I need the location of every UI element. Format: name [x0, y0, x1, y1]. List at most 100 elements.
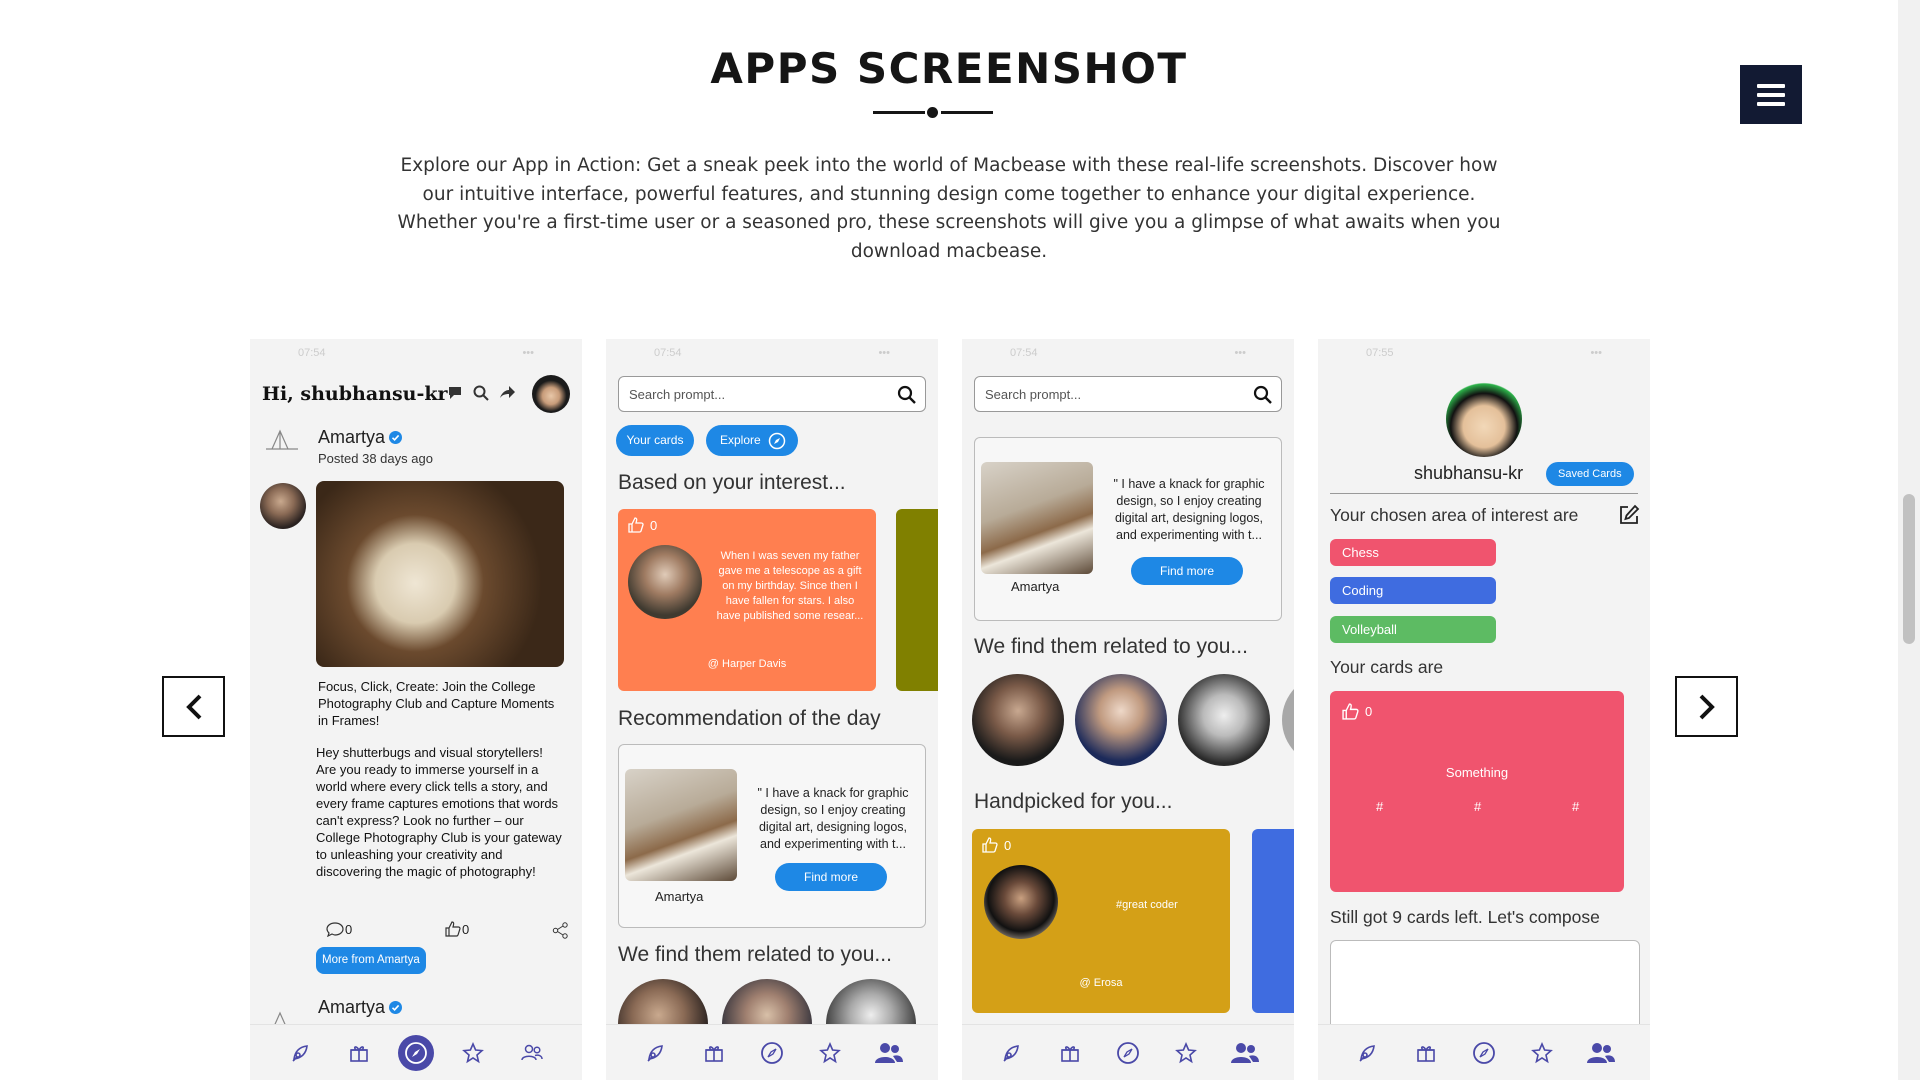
- nav-star[interactable]: [453, 1033, 493, 1073]
- card-author: @ Erosa: [1079, 977, 1123, 989]
- explore-chip[interactable]: Explore: [706, 425, 798, 456]
- card-like[interactable]: 0: [628, 517, 657, 533]
- comment-count[interactable]: 0: [326, 921, 352, 937]
- star-icon: [1175, 1041, 1198, 1063]
- gift-icon: [1060, 1045, 1079, 1062]
- greeting: Hi, shubhansu-kr: [262, 383, 448, 405]
- edit-icon[interactable]: [1618, 504, 1640, 526]
- card-like-count: 0: [1365, 704, 1373, 719]
- status-bar: 07:54 •••: [298, 347, 534, 359]
- card-tag: #great coder: [1116, 899, 1178, 911]
- bottom-nav: [250, 1024, 582, 1080]
- user-card[interactable]: 0 Something # # #: [1330, 691, 1624, 892]
- nav-rocket[interactable]: [1347, 1033, 1387, 1073]
- nav-gift[interactable]: [694, 1033, 734, 1073]
- nav-star[interactable]: [1522, 1033, 1562, 1073]
- search-input[interactable]: Search prompt...: [618, 376, 926, 412]
- more-from-author-button[interactable]: More from Amartya: [316, 947, 426, 974]
- interest-card[interactable]: 0 When I was seven my father gave me a t…: [618, 509, 876, 691]
- search-input[interactable]: Search prompt...: [974, 376, 1282, 412]
- handpicked-heading: Handpicked for you...: [974, 790, 1173, 813]
- carousel-prev-button[interactable]: [162, 676, 225, 737]
- scrollbar-thumb[interactable]: [1903, 494, 1915, 644]
- next-post-author[interactable]: Amartya: [318, 997, 403, 1018]
- interest-tag-coding[interactable]: Coding: [1330, 577, 1496, 604]
- nav-rocket[interactable]: [991, 1033, 1031, 1073]
- people-icon: [874, 1042, 903, 1063]
- page-scrollbar[interactable]: [1898, 0, 1920, 1080]
- chat-icon[interactable]: [446, 384, 464, 402]
- star-icon: [462, 1041, 485, 1063]
- interest-heading: Your chosen area of interest are: [1330, 505, 1579, 525]
- thumbs-up-icon: [1342, 703, 1359, 720]
- nav-rocket[interactable]: [635, 1033, 675, 1073]
- interest-tag-volleyball[interactable]: Volleyball: [1330, 616, 1496, 643]
- chevron-left-icon: [185, 694, 201, 719]
- post-title: Focus, Click, Create: Join the College P…: [318, 679, 555, 728]
- nav-star[interactable]: [1166, 1033, 1206, 1073]
- nav-people[interactable]: [869, 1033, 909, 1073]
- share-arrow-icon[interactable]: [498, 384, 516, 402]
- related-user-avatar[interactable]: [1075, 674, 1167, 766]
- profile-divider: [1330, 493, 1638, 494]
- people-icon: [1586, 1042, 1615, 1063]
- card-like[interactable]: 0: [1342, 703, 1372, 720]
- profile-avatar[interactable]: [1446, 381, 1522, 457]
- rocket-icon: [292, 1044, 308, 1062]
- nav-gift[interactable]: [1050, 1033, 1090, 1073]
- star-icon: [1531, 1041, 1554, 1063]
- recommendation-photo: [625, 769, 737, 881]
- nav-compass[interactable]: [1108, 1033, 1148, 1073]
- verified-icon: [389, 1001, 403, 1014]
- nav-compass[interactable]: [1464, 1033, 1504, 1073]
- interest-tag-chess[interactable]: Chess: [1330, 539, 1496, 566]
- card-tag: #: [1572, 799, 1580, 814]
- handpicked-card[interactable]: 0 #great coder @ Erosa: [972, 829, 1230, 1013]
- recommendation-card[interactable]: " I have a knack for graphic design, so …: [618, 744, 926, 928]
- share-icon[interactable]: [552, 922, 569, 939]
- screenshot-explore: 07:54 ••• Search prompt... Your cards Exp…: [606, 339, 938, 1080]
- card-text: When I was seven my father gave me a tel…: [716, 550, 864, 622]
- author-avatar[interactable]: [260, 483, 306, 529]
- related-user-avatar[interactable]: [1178, 674, 1270, 766]
- find-more-button[interactable]: Find more: [775, 863, 887, 891]
- search-icon: [1253, 385, 1272, 404]
- recommendation-photo: [981, 462, 1093, 574]
- card-author-avatar: [984, 865, 1058, 939]
- post-image[interactable]: [316, 481, 564, 667]
- card-author: @ Harper Davis: [707, 658, 787, 670]
- compass-icon: [761, 1041, 783, 1064]
- nav-compass[interactable]: [397, 1034, 434, 1071]
- recommendation-quote: " I have a knack for graphic design, so …: [757, 786, 909, 851]
- interest-card-next[interactable]: [896, 509, 938, 691]
- your-cards-chip[interactable]: Your cards: [616, 425, 694, 456]
- nav-people[interactable]: [512, 1033, 552, 1073]
- like-count[interactable]: 0: [445, 921, 469, 937]
- author-name: Amartya: [318, 997, 386, 1017]
- related-user-avatar[interactable]: [972, 674, 1064, 766]
- nav-compass[interactable]: [752, 1033, 792, 1073]
- handpicked-card-next[interactable]: [1252, 829, 1294, 1013]
- profile-username: shubhansu-kr: [1414, 463, 1524, 483]
- card-like[interactable]: 0: [982, 837, 1011, 853]
- nav-gift[interactable]: [1406, 1033, 1446, 1073]
- avatar[interactable]: [532, 375, 570, 413]
- post-author[interactable]: Amartya: [318, 427, 403, 448]
- nav-people[interactable]: [1581, 1033, 1621, 1073]
- nav-rocket[interactable]: [280, 1033, 320, 1073]
- recommendation-quote: " I have a knack for graphic design, so …: [1113, 477, 1265, 542]
- saved-cards-button[interactable]: Saved Cards: [1546, 462, 1634, 486]
- nav-gift[interactable]: [339, 1033, 379, 1073]
- card-like-count: 0: [650, 517, 658, 533]
- hamburger-menu-button[interactable]: [1740, 65, 1802, 124]
- compass-icon: [768, 432, 785, 449]
- nav-people[interactable]: [1225, 1033, 1265, 1073]
- recommendation-card[interactable]: " I have a knack for graphic design, so …: [974, 437, 1282, 621]
- like-count-value: 0: [462, 921, 470, 937]
- nav-star[interactable]: [810, 1033, 850, 1073]
- carousel-next-button[interactable]: [1675, 676, 1738, 737]
- rocket-icon: [647, 1044, 664, 1062]
- find-more-button[interactable]: Find more: [1131, 557, 1243, 585]
- search-icon[interactable]: [472, 384, 490, 402]
- related-user-avatar[interactable]: [1282, 674, 1294, 766]
